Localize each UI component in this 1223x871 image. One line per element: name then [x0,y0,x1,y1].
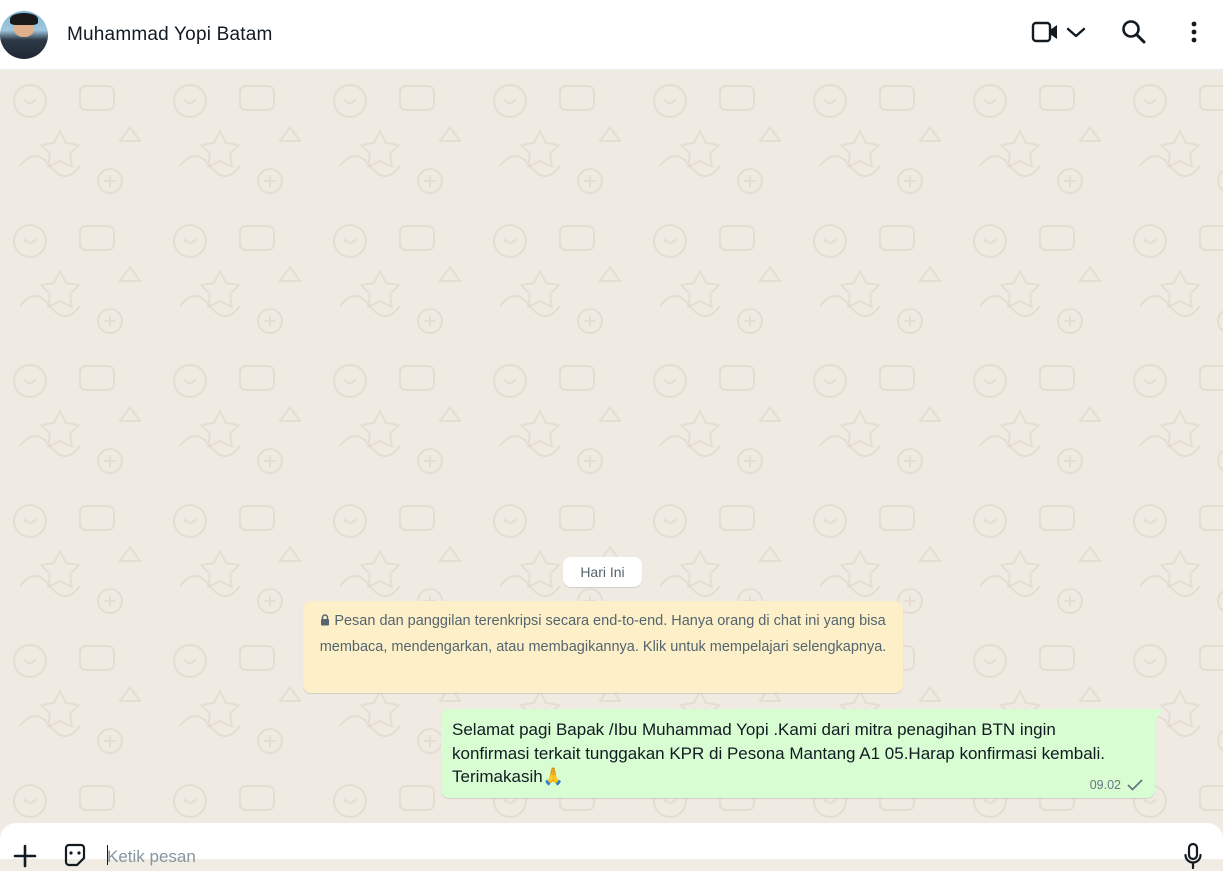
video-call-icon [1031,21,1057,43]
message-input[interactable] [107,845,1107,869]
voice-message-button[interactable] [1180,841,1206,871]
single-check-icon [1127,779,1143,791]
plus-icon [13,844,37,868]
contact-name[interactable]: Muhammad Yopi Batam [67,24,273,46]
video-call-button[interactable] [1030,18,1088,46]
chat-header: Muhammad Yopi Batam [0,0,1223,70]
sticker-button[interactable] [60,841,90,871]
message-time: 09.02 [1089,778,1121,792]
lock-icon [321,614,330,626]
contact-avatar[interactable] [0,10,48,59]
chat-area[interactable]: Hari Ini Pesan dan panggilan terenkripsi… [0,71,1223,823]
outgoing-message[interactable]: Selamat pagi Bapak /Ibu Muhammad Yopi .K… [441,709,1163,798]
message-text: Selamat pagi Bapak /Ibu Muhammad Yopi .K… [452,720,1105,786]
chevron-down-icon [1066,27,1086,38]
encryption-notice[interactable]: Pesan dan panggilan terenkripsi secara e… [303,601,903,693]
menu-button[interactable] [1184,18,1204,46]
text-caret [107,845,108,865]
date-divider: Hari Ini [563,557,642,587]
message-composer [0,823,1223,870]
search-button[interactable] [1120,18,1148,46]
menu-icon [1191,21,1197,43]
attach-button[interactable] [12,843,38,869]
mic-icon [1184,842,1202,870]
search-icon [1122,20,1146,44]
encryption-notice-text: Pesan dan panggilan terenkripsi secara e… [319,613,887,655]
sticker-icon [64,843,86,867]
message-meta: 09.02 [1090,778,1143,792]
